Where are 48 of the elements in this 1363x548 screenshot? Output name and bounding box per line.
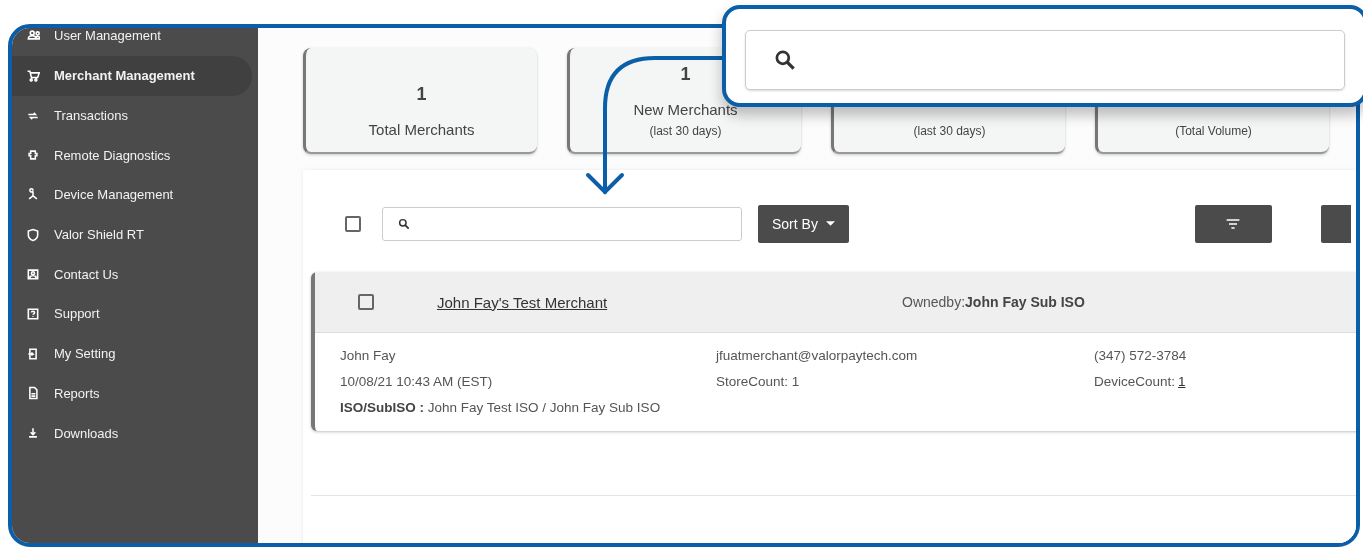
created-date: 10/08/21 10:43 AM (EST) [340, 374, 494, 389]
sidebar-item[interactable]: Reports [12, 373, 252, 414]
sidebar-item[interactable]: Remote Diagnostics [12, 135, 252, 176]
filter-icon [1225, 218, 1242, 230]
sidebar-item[interactable]: Support [12, 294, 252, 334]
nav-icon [26, 28, 40, 42]
stat-note: (Total Volume) [1175, 124, 1252, 138]
sidebar-item[interactable]: My Setting [12, 333, 252, 374]
sidebar-item[interactable]: User Management [12, 28, 252, 56]
nav-icon [26, 68, 40, 83]
merchant-name-link[interactable]: John Fay's Test Merchant [437, 293, 902, 311]
store-count: StoreCount: 1 [716, 374, 801, 389]
device-count-link[interactable]: 1 [1178, 374, 1186, 389]
sidebar-item[interactable]: Downloads [12, 413, 252, 453]
sidebar-item[interactable]: Valor Shield RT [12, 214, 252, 255]
stat-note: (last 30 days) [649, 124, 722, 138]
nav-icon [26, 346, 40, 361]
filter-button[interactable] [1194, 205, 1272, 243]
nav-icon [26, 148, 40, 163]
device-count-label: DeviceCount: [1094, 374, 1176, 389]
sidebar-item[interactable]: Merchant Management [12, 56, 252, 96]
caret-icon [825, 221, 835, 227]
nav-icon [26, 386, 40, 401]
nav-icon [26, 187, 40, 202]
sidebar-item[interactable]: Transactions [12, 95, 252, 136]
email-text: jfuatmerchant@valorpaytech.com [716, 348, 919, 363]
iso-text: ISO/SubISO : John Fay Test ISO / John Fay Sub ISO [340, 400, 662, 415]
toolbar-button[interactable] [1320, 205, 1351, 243]
search-icon [397, 217, 411, 231]
phone-text: (347) 572-3784 [1094, 348, 1188, 363]
search-field[interactable] [745, 30, 1345, 90]
stat-note: (last 30 days) [913, 124, 986, 138]
owned-by-text: Ownedby:John Fay Sub ISO [902, 294, 1085, 310]
contact-name: John Fay [340, 348, 397, 363]
nav-icon [26, 426, 40, 441]
stat-label: New Merchants [633, 101, 738, 118]
stat-value: 1 [680, 64, 691, 85]
search-field[interactable] [382, 207, 742, 241]
nav-icon [26, 306, 40, 321]
nav-icon [26, 227, 40, 242]
sidebar-item[interactable]: Device Management [12, 175, 252, 215]
select-all-checkbox[interactable] [345, 216, 361, 232]
sort-button[interactable]: Sort By [758, 205, 849, 243]
stat-value: 1 [416, 84, 427, 105]
stat-label: Total Merchants [368, 121, 475, 138]
merchant-checkbox[interactable] [358, 294, 374, 310]
sidebar-item[interactable]: Contact Us [12, 254, 252, 295]
nav-icon [26, 267, 40, 282]
